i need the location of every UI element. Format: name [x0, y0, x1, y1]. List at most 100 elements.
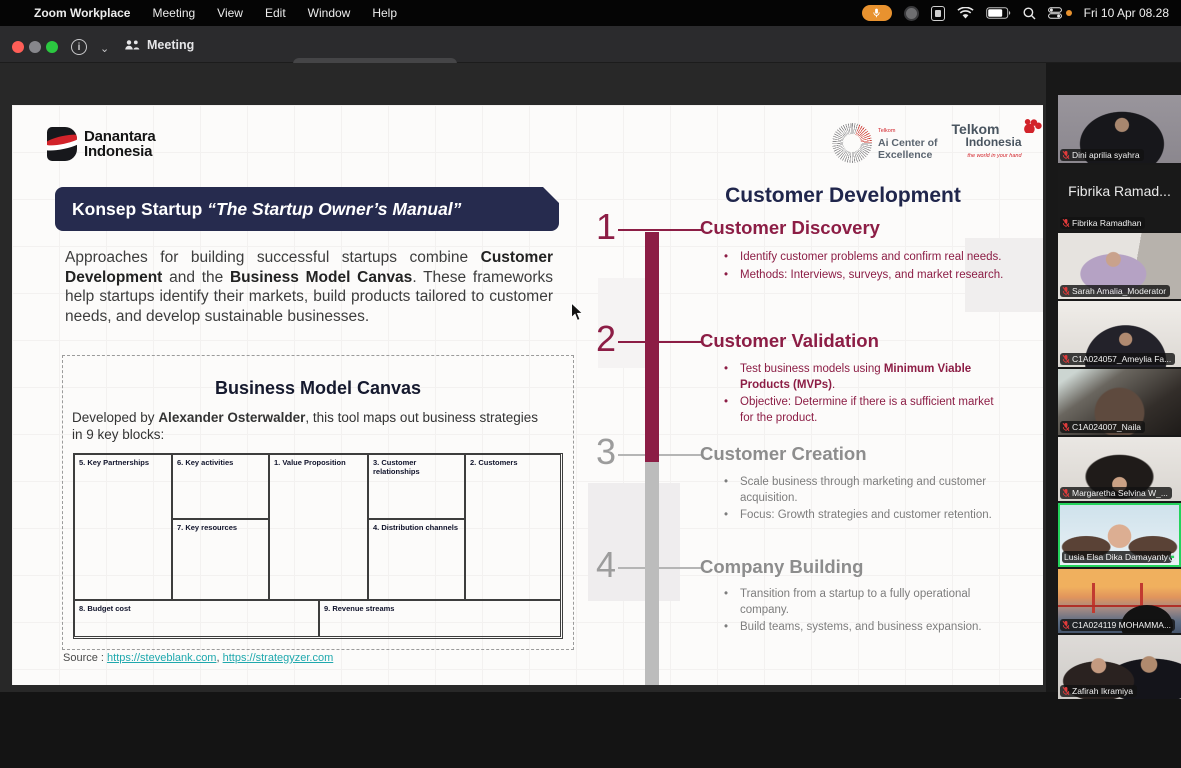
source-link-steveblank[interactable]: https://steveblank.com	[107, 652, 216, 664]
step-title-company-building: Company Building	[700, 556, 1000, 578]
menu-meeting[interactable]: Meeting	[152, 6, 195, 20]
menu-clock[interactable]: Fri 10 Apr 08.28	[1084, 6, 1169, 20]
bridge-background	[1058, 605, 1181, 607]
spotlight-search-icon[interactable]	[1023, 7, 1036, 20]
intro-paragraph: Approaches for building successful start…	[65, 248, 553, 326]
participant-tile-mohamma[interactable]: C1A024119 MOHAMMA...	[1058, 569, 1181, 633]
participant-tile-sarah[interactable]: Sarah Amalia_Moderator	[1058, 233, 1181, 299]
meeting-info-icon[interactable]: i	[71, 39, 87, 55]
participant-tile-dini[interactable]: Dini aprilia syahra	[1058, 95, 1181, 163]
timeline-bar-maroon	[645, 232, 659, 462]
bridge-background	[1092, 583, 1095, 613]
slide-title-pre: Konsep Startup	[72, 199, 202, 220]
step-title-customer-creation: Customer Creation	[700, 443, 1000, 465]
participant-nametag: C1A024007_Naila	[1060, 421, 1145, 433]
menu-help[interactable]: Help	[372, 6, 397, 20]
participant-tile-naila[interactable]: C1A024007_Naila	[1058, 369, 1181, 435]
participant-tile-lusia-active-speaker[interactable]: Lusia Elsa Dika Damayanty	[1058, 503, 1181, 567]
participant-nametag: Sarah Amalia_Moderator	[1060, 285, 1170, 297]
participant-tile-zafirah[interactable]: Zafirah Ikramiya	[1058, 635, 1181, 699]
aicoe-line2: Excellence	[878, 149, 932, 161]
menu-window[interactable]: Window	[308, 6, 351, 20]
step-tick-1	[618, 229, 702, 231]
bmc-cell-key-resources: 7. Key resources	[172, 519, 269, 600]
step-number-4: 4	[586, 548, 616, 582]
step-number-1: 1	[586, 210, 616, 244]
meeting-label: Meeting	[147, 38, 194, 52]
step-tick-2	[618, 341, 702, 343]
step-tick-4	[618, 567, 702, 569]
muted-mic-icon	[1062, 354, 1070, 364]
chevron-down-icon[interactable]: ⌄	[100, 42, 109, 55]
participant-nametag: Fibrika Ramadhan	[1060, 217, 1145, 229]
mic-in-use-indicator-icon[interactable]	[862, 5, 892, 21]
camera-indicator-icon[interactable]	[904, 6, 919, 21]
notification-dot	[1066, 10, 1072, 16]
close-window-button[interactable]	[12, 41, 24, 53]
meeting-people-icon	[124, 39, 140, 52]
source-label: Source :	[63, 652, 104, 664]
participant-nametag: Lusia Elsa Dika Damayanty	[1062, 551, 1172, 563]
bmc-cell-customer-relationships: 3. Customer relationships	[368, 454, 465, 519]
bmc-cell-revenue-streams: 9. Revenue streams	[319, 600, 561, 637]
telkom-hand-icon	[1024, 117, 1042, 133]
ai-coe-starburst-icon	[832, 123, 872, 163]
step-bullets-customer-creation: Scale business through marketing and cus…	[712, 475, 1007, 526]
unmuted-mic-icon	[1168, 552, 1177, 563]
wifi-icon[interactable]	[957, 7, 974, 20]
participant-nametag: Zafirah Ikramiya	[1060, 685, 1137, 697]
aicoe-telkom-small: Telkom	[878, 125, 938, 137]
menu-app-name[interactable]: Zoom Workplace	[34, 6, 130, 20]
bmc-cell-key-activities: 6. Key activities	[172, 454, 269, 519]
battery-icon[interactable]	[986, 7, 1011, 19]
bmc-cell-distribution-channels: 4. Distribution channels	[368, 519, 465, 600]
step-number-3: 3	[586, 435, 616, 469]
participant-tile-ameylia[interactable]: C1A024057_Ameylia Fa...	[1058, 301, 1181, 367]
step-title-customer-discovery: Customer Discovery	[700, 217, 1000, 239]
bmc-cell-budget-cost: 8. Budget cost	[74, 600, 319, 637]
muted-mic-icon	[1062, 488, 1070, 498]
shared-screen-slide: Danantara Indonesia Telkom Ai Center of …	[12, 105, 1043, 685]
telkom-indonesia-logo: Telkom Indonesia the world in your hand	[952, 123, 1042, 163]
macos-menu-bar: Zoom Workplace Meeting View Edit Window …	[0, 0, 1181, 26]
menu-view[interactable]: View	[217, 6, 243, 20]
slide-title-banner: Konsep Startup “The Startup Owner’s Manu…	[55, 187, 559, 231]
participant-tile-margaretha[interactable]: Margaretha Selvina W_...	[1058, 437, 1181, 501]
mouse-cursor	[570, 302, 584, 322]
business-model-canvas-box: Business Model Canvas Developed by Alexa…	[62, 355, 574, 650]
timeline-bar-gray	[645, 462, 659, 685]
bmc-table: 5. Key Partnerships 6. Key activities 1.…	[73, 453, 563, 639]
bmc-cell-value-proposition: 1. Value Proposition	[269, 454, 368, 600]
telkom-sub: Indonesia	[966, 136, 1022, 149]
participant-video-strip: Dini aprilia syahra Fibrika Ramad... Fib…	[1058, 95, 1181, 701]
muted-mic-icon	[1062, 150, 1070, 160]
control-center-icon[interactable]	[1048, 7, 1062, 19]
source-line: Source : https://steveblank.com, https:/…	[63, 652, 333, 664]
menu-extra-icon[interactable]	[931, 6, 945, 21]
menu-edit[interactable]: Edit	[265, 6, 286, 20]
step-title-customer-validation: Customer Validation	[700, 330, 1000, 352]
muted-mic-icon	[1062, 620, 1070, 630]
participant-nametag: Margaretha Selvina W_...	[1060, 487, 1172, 499]
step-bullets-customer-validation: Test business models using Minimum Viabl…	[712, 362, 1007, 428]
minimize-window-button[interactable]	[29, 41, 41, 53]
step-tick-3	[618, 454, 702, 456]
participant-nametag: Dini aprilia syahra	[1060, 149, 1144, 161]
muted-mic-icon	[1062, 286, 1070, 296]
muted-mic-icon	[1062, 686, 1070, 696]
muted-mic-icon	[1062, 422, 1070, 432]
aicoe-line1: Ai Center of	[878, 137, 938, 149]
telkom-ai-coe-logo: Telkom Ai Center of Excellence	[832, 123, 938, 163]
zoom-window-titlebar: i ⌄ Meeting Da Dini aprilia syahra's scr…	[0, 26, 1181, 63]
slide-title-quote: “The Startup Owner’s Manual”	[207, 199, 461, 220]
customer-development-heading: Customer Development	[703, 184, 983, 208]
fullscreen-window-button[interactable]	[46, 41, 58, 53]
meeting-tab-home[interactable]: Meeting	[124, 38, 194, 52]
source-link-strategyzer[interactable]: https://strategyzer.com	[223, 652, 334, 664]
bmc-cell-key-partnerships: 5. Key Partnerships	[74, 454, 172, 600]
danantara-logo-line2: Indonesia	[84, 143, 152, 160]
bmc-title: Business Model Canvas	[63, 378, 573, 399]
participant-big-name: Fibrika Ramad...	[1058, 183, 1181, 199]
bmc-cell-customers: 2. Customers	[465, 454, 561, 600]
participant-tile-fibrika[interactable]: Fibrika Ramad... Fibrika Ramadhan	[1058, 165, 1181, 231]
